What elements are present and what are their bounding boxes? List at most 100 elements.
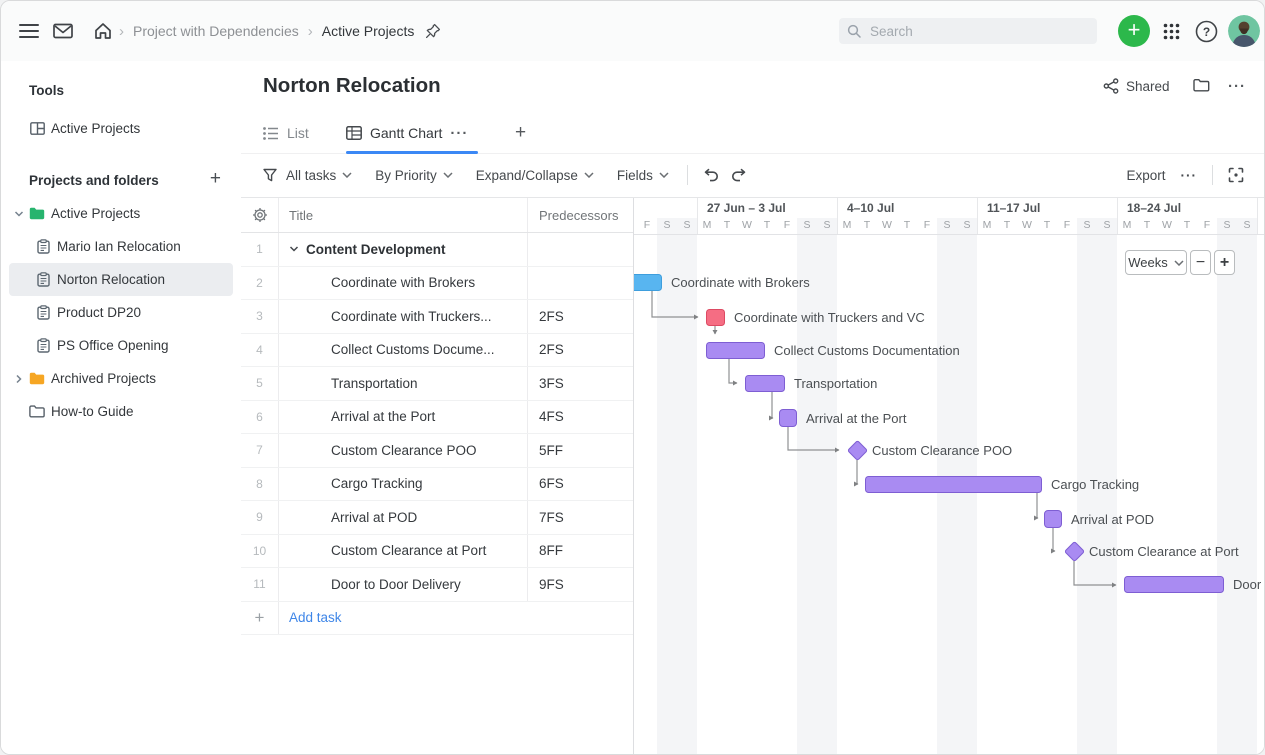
tab-options-menu[interactable]: ··· — [450, 125, 468, 142]
gantt-milestone-custom-clearance-poo[interactable] — [846, 439, 867, 460]
table-row-custom-clearance-at-port[interactable]: 10Custom Clearance at Port8FF — [241, 535, 633, 569]
sidebar-item-product-dp20[interactable]: Product DP20 — [9, 296, 233, 329]
gantt-bar-door-to-door-delivery[interactable] — [1124, 576, 1224, 593]
predecessor-value[interactable]: 6FS — [528, 468, 633, 501]
predecessor-value[interactable] — [528, 233, 633, 266]
table-row-transportation[interactable]: 5Transportation3FS — [241, 367, 633, 401]
redo-button[interactable] — [730, 168, 748, 182]
predecessor-value[interactable]: 7FS — [528, 501, 633, 534]
export-button[interactable]: Export — [1126, 168, 1165, 183]
table-row-cargo-tracking[interactable]: 8Cargo Tracking6FS — [241, 468, 633, 502]
toolbar-more-menu[interactable]: ··· — [1181, 168, 1198, 183]
project-more-menu[interactable]: ··· — [1228, 78, 1246, 95]
sidebar-item-ps-office-opening[interactable]: PS Office Opening — [9, 329, 233, 362]
chevron-down-icon — [342, 172, 352, 178]
gantt-bar-coordinate-with-brokers[interactable] — [633, 274, 662, 291]
add-task-row[interactable]: + Add task — [241, 602, 633, 636]
predecessor-value[interactable]: 8FF — [528, 535, 633, 568]
home-icon[interactable] — [93, 1, 113, 61]
sidebar-item-active-projects-tool[interactable]: Active Projects — [9, 113, 233, 143]
sidebar-item-mario-ian-relocation[interactable]: Mario Ian Relocation — [9, 230, 233, 263]
table-row-door-to-door-delivery[interactable]: 11Door to Door Delivery9FS — [241, 568, 633, 602]
mail-icon[interactable] — [53, 1, 73, 61]
task-title: Transportation — [331, 376, 418, 391]
zoom-in-button[interactable]: + — [1214, 250, 1235, 275]
sidebar-item-active-projects[interactable]: Active Projects — [9, 197, 233, 230]
create-new-button[interactable]: + — [1118, 15, 1150, 47]
breadcrumb: › Project with Dependencies › Active Pro… — [119, 1, 441, 61]
table-row-custom-clearance-poo[interactable]: 7Custom Clearance POO5FF — [241, 434, 633, 468]
task-title-cell[interactable]: Cargo Tracking — [279, 468, 528, 501]
gantt-bar-arrival-at-the-port[interactable] — [779, 409, 797, 427]
pin-icon[interactable] — [425, 23, 441, 39]
user-avatar[interactable] — [1228, 15, 1260, 47]
filter-icon[interactable] — [263, 168, 277, 182]
fields-dropdown[interactable]: Fields — [617, 168, 669, 183]
task-title-cell[interactable]: Coordinate with Truckers... — [279, 300, 528, 333]
table-row-collect-customs-docume[interactable]: 4Collect Customs Docume...2FS — [241, 334, 633, 368]
gantt-bar-cargo-tracking[interactable] — [865, 476, 1042, 493]
search-box[interactable] — [839, 18, 1097, 44]
table-row-arrival-at-the-port[interactable]: 6Arrival at the Port4FS — [241, 401, 633, 435]
table-settings-gear-icon[interactable] — [241, 198, 279, 232]
add-view-button[interactable]: + — [515, 113, 526, 153]
group-by-dropdown[interactable]: By Priority — [375, 168, 453, 183]
gantt-bar-arrival-at-pod[interactable] — [1044, 510, 1062, 528]
table-row-coordinate-with-truckers[interactable]: 3Coordinate with Truckers...2FS — [241, 300, 633, 334]
column-header-title[interactable]: Title — [279, 198, 528, 232]
task-title-cell[interactable]: Custom Clearance at Port — [279, 535, 528, 568]
predecessor-value[interactable]: 3FS — [528, 367, 633, 400]
table-row-content-development[interactable]: 1 Content Development — [241, 233, 633, 267]
task-title-cell[interactable]: Content Development — [279, 233, 528, 266]
task-title-cell[interactable]: Coordinate with Brokers — [279, 267, 528, 300]
table-row-arrival-at-pod[interactable]: 9Arrival at POD7FS — [241, 501, 633, 535]
predecessor-value[interactable]: 2FS — [528, 334, 633, 367]
project-tree: Active ProjectsMario Ian RelocationNorto… — [9, 197, 233, 428]
predecessor-value[interactable]: 9FS — [528, 568, 633, 601]
table-row-coordinate-with-brokers[interactable]: 2Coordinate with Brokers — [241, 267, 633, 301]
gantt-bar-transportation[interactable] — [745, 375, 785, 392]
task-title: Content Development — [306, 242, 446, 257]
add-project-icon[interactable]: + — [210, 171, 221, 187]
sidebar-item-archived-projects[interactable]: Archived Projects — [9, 362, 233, 395]
sidebar-item-norton-relocation[interactable]: Norton Relocation — [9, 263, 233, 296]
shared-button[interactable]: Shared — [1103, 78, 1170, 94]
collapse-group-icon[interactable] — [289, 244, 299, 254]
filter-dropdown[interactable]: All tasks — [286, 168, 352, 183]
chevron-right-icon[interactable] — [11, 374, 27, 384]
chevron-down-icon[interactable] — [11, 209, 27, 219]
gantt-bar-coordinate-with-truckers-and-vc[interactable] — [706, 309, 725, 326]
predecessor-value[interactable]: 2FS — [528, 300, 633, 333]
tab-gantt-chart[interactable]: Gantt Chart ··· — [346, 113, 468, 153]
predecessor-value[interactable] — [528, 267, 633, 300]
column-header-predecessors[interactable]: Predecessors — [528, 198, 633, 232]
task-title-cell[interactable]: Custom Clearance POO — [279, 434, 528, 467]
task-title-cell[interactable]: Arrival at the Port — [279, 401, 528, 434]
breadcrumb-parent[interactable]: Project with Dependencies — [133, 23, 299, 39]
tab-list[interactable]: List — [263, 113, 309, 153]
gantt-bar-collect-customs-documentation[interactable] — [706, 342, 765, 359]
apps-grid-icon[interactable] — [1163, 1, 1180, 61]
row-number: 1 — [241, 233, 279, 266]
task-title-cell[interactable]: Arrival at POD — [279, 501, 528, 534]
task-title-cell[interactable]: Transportation — [279, 367, 528, 400]
hamburger-menu-icon[interactable] — [19, 1, 39, 61]
fullscreen-icon[interactable] — [1228, 167, 1244, 183]
help-icon[interactable]: ? — [1195, 1, 1218, 61]
timeline-day-letter: W — [1157, 218, 1177, 233]
breadcrumb-current[interactable]: Active Projects — [322, 23, 415, 39]
zoom-out-button[interactable]: − — [1190, 250, 1211, 275]
predecessor-value[interactable]: 5FF — [528, 434, 633, 467]
task-title-cell[interactable]: Collect Customs Docume... — [279, 334, 528, 367]
task-title-cell[interactable]: Door to Door Delivery — [279, 568, 528, 601]
undo-button[interactable] — [702, 168, 720, 182]
tab-label: Gantt Chart — [370, 125, 442, 141]
project-folder-icon[interactable] — [1193, 78, 1210, 92]
zoom-unit-dropdown[interactable]: Weeks — [1125, 250, 1187, 275]
expand-collapse-dropdown[interactable]: Expand/Collapse — [476, 168, 594, 183]
row-number: 3 — [241, 300, 279, 333]
timeline-day-letter: T — [1037, 218, 1057, 233]
predecessor-value[interactable]: 4FS — [528, 401, 633, 434]
search-input[interactable] — [868, 23, 1072, 40]
sidebar-item-how-to-guide[interactable]: How-to Guide — [9, 395, 233, 428]
